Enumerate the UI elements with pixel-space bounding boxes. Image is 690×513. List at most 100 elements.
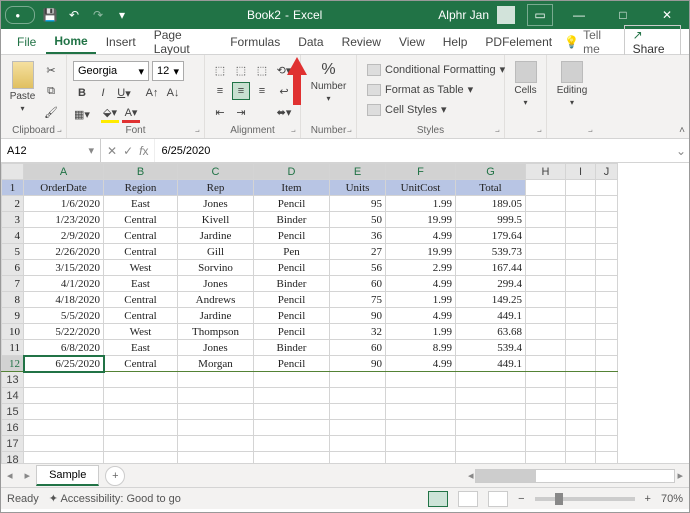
cell[interactable] — [596, 196, 618, 212]
save-icon[interactable]: 💾 — [41, 6, 59, 24]
cell[interactable]: Thompson — [178, 324, 254, 340]
cell[interactable] — [596, 452, 618, 464]
tab-data[interactable]: Data — [290, 31, 331, 53]
cell[interactable]: 19.99 — [386, 212, 456, 228]
cell[interactable]: Jones — [178, 276, 254, 292]
cell[interactable] — [456, 452, 526, 464]
cell[interactable]: 4.99 — [386, 276, 456, 292]
fill-color-icon[interactable]: ⬙▾ — [101, 105, 119, 123]
cell[interactable]: Central — [104, 292, 178, 308]
cell[interactable]: Binder — [254, 276, 330, 292]
cell[interactable] — [526, 404, 566, 420]
cell[interactable] — [254, 436, 330, 452]
cut-icon[interactable]: ✂ — [42, 61, 60, 79]
cell[interactable]: 2/26/2020 — [24, 244, 104, 260]
row-header[interactable]: 14 — [2, 388, 24, 404]
cell[interactable]: Binder — [254, 212, 330, 228]
cell[interactable] — [526, 212, 566, 228]
cell[interactable]: 1.99 — [386, 324, 456, 340]
user-avatar-icon[interactable] — [497, 6, 515, 24]
cell[interactable]: East — [104, 196, 178, 212]
col-header-J[interactable]: J — [596, 164, 618, 180]
cell[interactable] — [566, 244, 596, 260]
row-header[interactable]: 12 — [2, 356, 24, 372]
worksheet[interactable]: ABCDEFGHIJ 1OrderDateRegionRepItemUnitsU… — [1, 163, 689, 463]
tab-file[interactable]: File — [9, 31, 44, 53]
font-size-select[interactable]: 12▾ — [152, 61, 184, 81]
autosave-toggle[interactable]: ● — [5, 6, 35, 24]
row-header[interactable]: 10 — [2, 324, 24, 340]
sheet-tab-sample[interactable]: Sample — [36, 465, 99, 486]
cell[interactable]: Pencil — [254, 228, 330, 244]
tab-pdfelement[interactable]: PDFelement — [477, 31, 560, 53]
merge-center-icon[interactable]: ⬌▾ — [275, 103, 293, 121]
cancel-formula-icon[interactable]: ✕ — [107, 144, 117, 158]
paste-button[interactable]: Paste▾ — [7, 61, 38, 113]
conditional-formatting-button[interactable]: Conditional Formatting▾ — [363, 61, 509, 78]
cell[interactable]: 299.4 — [456, 276, 526, 292]
cell[interactable] — [254, 404, 330, 420]
increase-indent-icon[interactable]: ⇥ — [232, 103, 250, 121]
cell[interactable] — [566, 356, 596, 372]
underline-button[interactable]: U▾ — [115, 84, 133, 102]
accessibility-status[interactable]: ✦ Accessibility: Good to go — [49, 492, 181, 505]
redo-icon[interactable]: ↷ — [89, 6, 107, 24]
cell[interactable] — [456, 436, 526, 452]
cell[interactable]: 999.5 — [456, 212, 526, 228]
cell[interactable]: Central — [104, 356, 178, 372]
cell[interactable]: Andrews — [178, 292, 254, 308]
cell[interactable]: Sorvino — [178, 260, 254, 276]
copy-icon[interactable]: ⧉ — [42, 82, 60, 100]
row-header[interactable]: 1 — [2, 180, 24, 196]
cell[interactable] — [24, 404, 104, 420]
cell[interactable] — [526, 420, 566, 436]
cell[interactable]: 95 — [330, 196, 386, 212]
cell[interactable] — [526, 436, 566, 452]
align-top-icon[interactable]: ⬚ — [211, 61, 229, 79]
add-sheet-button[interactable]: + — [105, 466, 125, 486]
view-pagebreak-icon[interactable] — [488, 491, 508, 507]
user-name[interactable]: Alphr Jan — [438, 8, 489, 22]
row-header[interactable]: 11 — [2, 340, 24, 356]
zoom-in-icon[interactable]: + — [645, 493, 651, 505]
format-as-table-button[interactable]: Format as Table▾ — [363, 81, 509, 98]
cell[interactable]: East — [104, 340, 178, 356]
view-normal-icon[interactable] — [428, 491, 448, 507]
cell[interactable] — [596, 292, 618, 308]
cell[interactable] — [178, 436, 254, 452]
cell[interactable] — [596, 180, 618, 196]
cell[interactable] — [526, 372, 566, 388]
cell[interactable]: 4.99 — [386, 228, 456, 244]
row-header[interactable]: 2 — [2, 196, 24, 212]
cell[interactable] — [566, 452, 596, 464]
cell[interactable] — [526, 244, 566, 260]
cell[interactable]: 4.99 — [386, 356, 456, 372]
cell[interactable] — [330, 388, 386, 404]
cell[interactable] — [178, 404, 254, 420]
cell[interactable]: 6/8/2020 — [24, 340, 104, 356]
cell[interactable]: 50 — [330, 212, 386, 228]
cell[interactable] — [24, 372, 104, 388]
cell[interactable] — [330, 372, 386, 388]
cell[interactable]: 8.99 — [386, 340, 456, 356]
cell[interactable]: 539.73 — [456, 244, 526, 260]
col-header-I[interactable]: I — [566, 164, 596, 180]
cell[interactable]: Total — [456, 180, 526, 196]
cell[interactable] — [526, 292, 566, 308]
row-header[interactable]: 5 — [2, 244, 24, 260]
cell[interactable]: Jones — [178, 196, 254, 212]
cell[interactable]: East — [104, 276, 178, 292]
wrap-text-icon[interactable]: ↩ — [275, 82, 293, 100]
decrease-indent-icon[interactable]: ⇤ — [211, 103, 229, 121]
formula-input[interactable]: 6/25/2020 — [155, 139, 673, 162]
row-header[interactable]: 9 — [2, 308, 24, 324]
col-header-F[interactable]: F — [386, 164, 456, 180]
cell[interactable] — [526, 452, 566, 464]
col-header-D[interactable]: D — [254, 164, 330, 180]
cell[interactable]: Item — [254, 180, 330, 196]
cell[interactable] — [104, 372, 178, 388]
cell[interactable] — [526, 228, 566, 244]
cell[interactable] — [104, 420, 178, 436]
cell[interactable]: Binder — [254, 340, 330, 356]
align-left-icon[interactable]: ≡ — [211, 82, 229, 100]
